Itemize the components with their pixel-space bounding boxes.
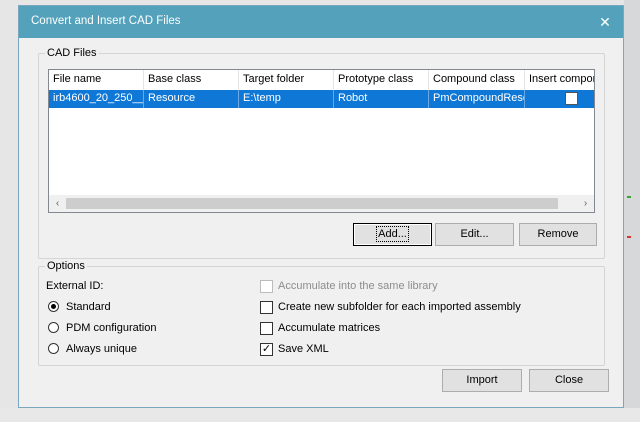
edit-button[interactable]: Edit... [435,223,514,246]
table-row[interactable]: irb4600_20_250__ Resource E:\temp Robot … [49,90,594,108]
column-header-prototype-class[interactable]: Prototype class [334,70,429,90]
radio-always-unique-label: Always unique [66,343,137,355]
checkbox-create-subfolder-box[interactable] [260,301,273,314]
remove-button[interactable]: Remove [519,223,597,246]
radio-standard-label: Standard [66,301,111,313]
cell-base-class: Resource [144,90,239,108]
close-icon[interactable]: ✕ [587,6,623,38]
cad-files-group-label: CAD Files [45,47,99,59]
column-header-file-name[interactable]: File name [49,70,144,90]
check-icon: ✓ [261,343,272,355]
import-button[interactable]: Import [442,369,522,392]
radio-standard-indicator[interactable] [48,301,59,312]
close-button[interactable]: Close [529,369,609,392]
checkbox-accumulate-matrices-label: Accumulate matrices [278,322,381,334]
close-button-label: Close [554,374,584,386]
edit-button-label: Edit... [460,228,489,240]
cell-target-folder: E:\temp [239,90,334,108]
table-header: File name Base class Target folder Proto… [49,70,594,91]
cad-files-table[interactable]: File name Base class Target folder Proto… [48,69,595,213]
column-header-insert-component[interactable]: Insert compor [525,70,594,90]
checkbox-accumulate-same-library-label: Accumulate into the same library [278,280,438,292]
cell-insert-component [525,90,594,108]
column-header-compound-class[interactable]: Compound class [429,70,525,90]
checkbox-save-xml-box[interactable]: ✓ [260,343,273,356]
add-button-label: Add... [376,226,409,242]
checkbox-save-xml-label: Save XML [278,343,329,355]
background-mark [627,196,631,198]
cad-files-group: CAD Files File name Base class Target fo… [38,47,605,259]
external-id-label: External ID: [46,280,104,292]
dialog-title: Convert and Insert CAD Files [31,15,181,27]
column-header-target-folder[interactable]: Target folder [239,70,334,90]
background-panel [624,0,640,422]
remove-button-label: Remove [537,228,579,240]
title-bar[interactable]: Convert and Insert CAD Files ✕ [19,6,623,38]
convert-insert-cad-dialog: Convert and Insert CAD Files ✕ CAD Files… [18,5,624,408]
radio-always-unique-indicator[interactable] [48,343,59,354]
scroll-thumb[interactable] [66,198,558,209]
checkbox-accumulate-same-library-box[interactable] [260,280,273,293]
radio-pdm-configuration-label: PDM configuration [66,322,157,334]
horizontal-scrollbar[interactable]: ‹ › [49,195,594,212]
cell-compound-class: PmCompoundResc [429,90,525,108]
scroll-right-icon[interactable]: › [577,195,594,212]
background-strip [0,408,640,422]
add-button[interactable]: Add... [353,223,432,246]
options-group: Options External ID: Standard PDM config… [38,260,605,366]
radio-pdm-configuration-indicator[interactable] [48,322,59,333]
insert-component-checkbox[interactable] [565,92,578,105]
background-mark [627,236,631,238]
checkbox-accumulate-matrices-box[interactable] [260,322,273,335]
import-button-label: Import [466,374,498,386]
column-header-base-class[interactable]: Base class [144,70,239,90]
checkbox-create-subfolder-label: Create new subfolder for each imported a… [278,301,521,313]
scroll-left-icon[interactable]: ‹ [49,195,66,212]
cell-prototype-class: Robot [334,90,429,108]
options-group-label: Options [45,260,87,272]
cell-file-name: irb4600_20_250__ [49,90,144,108]
